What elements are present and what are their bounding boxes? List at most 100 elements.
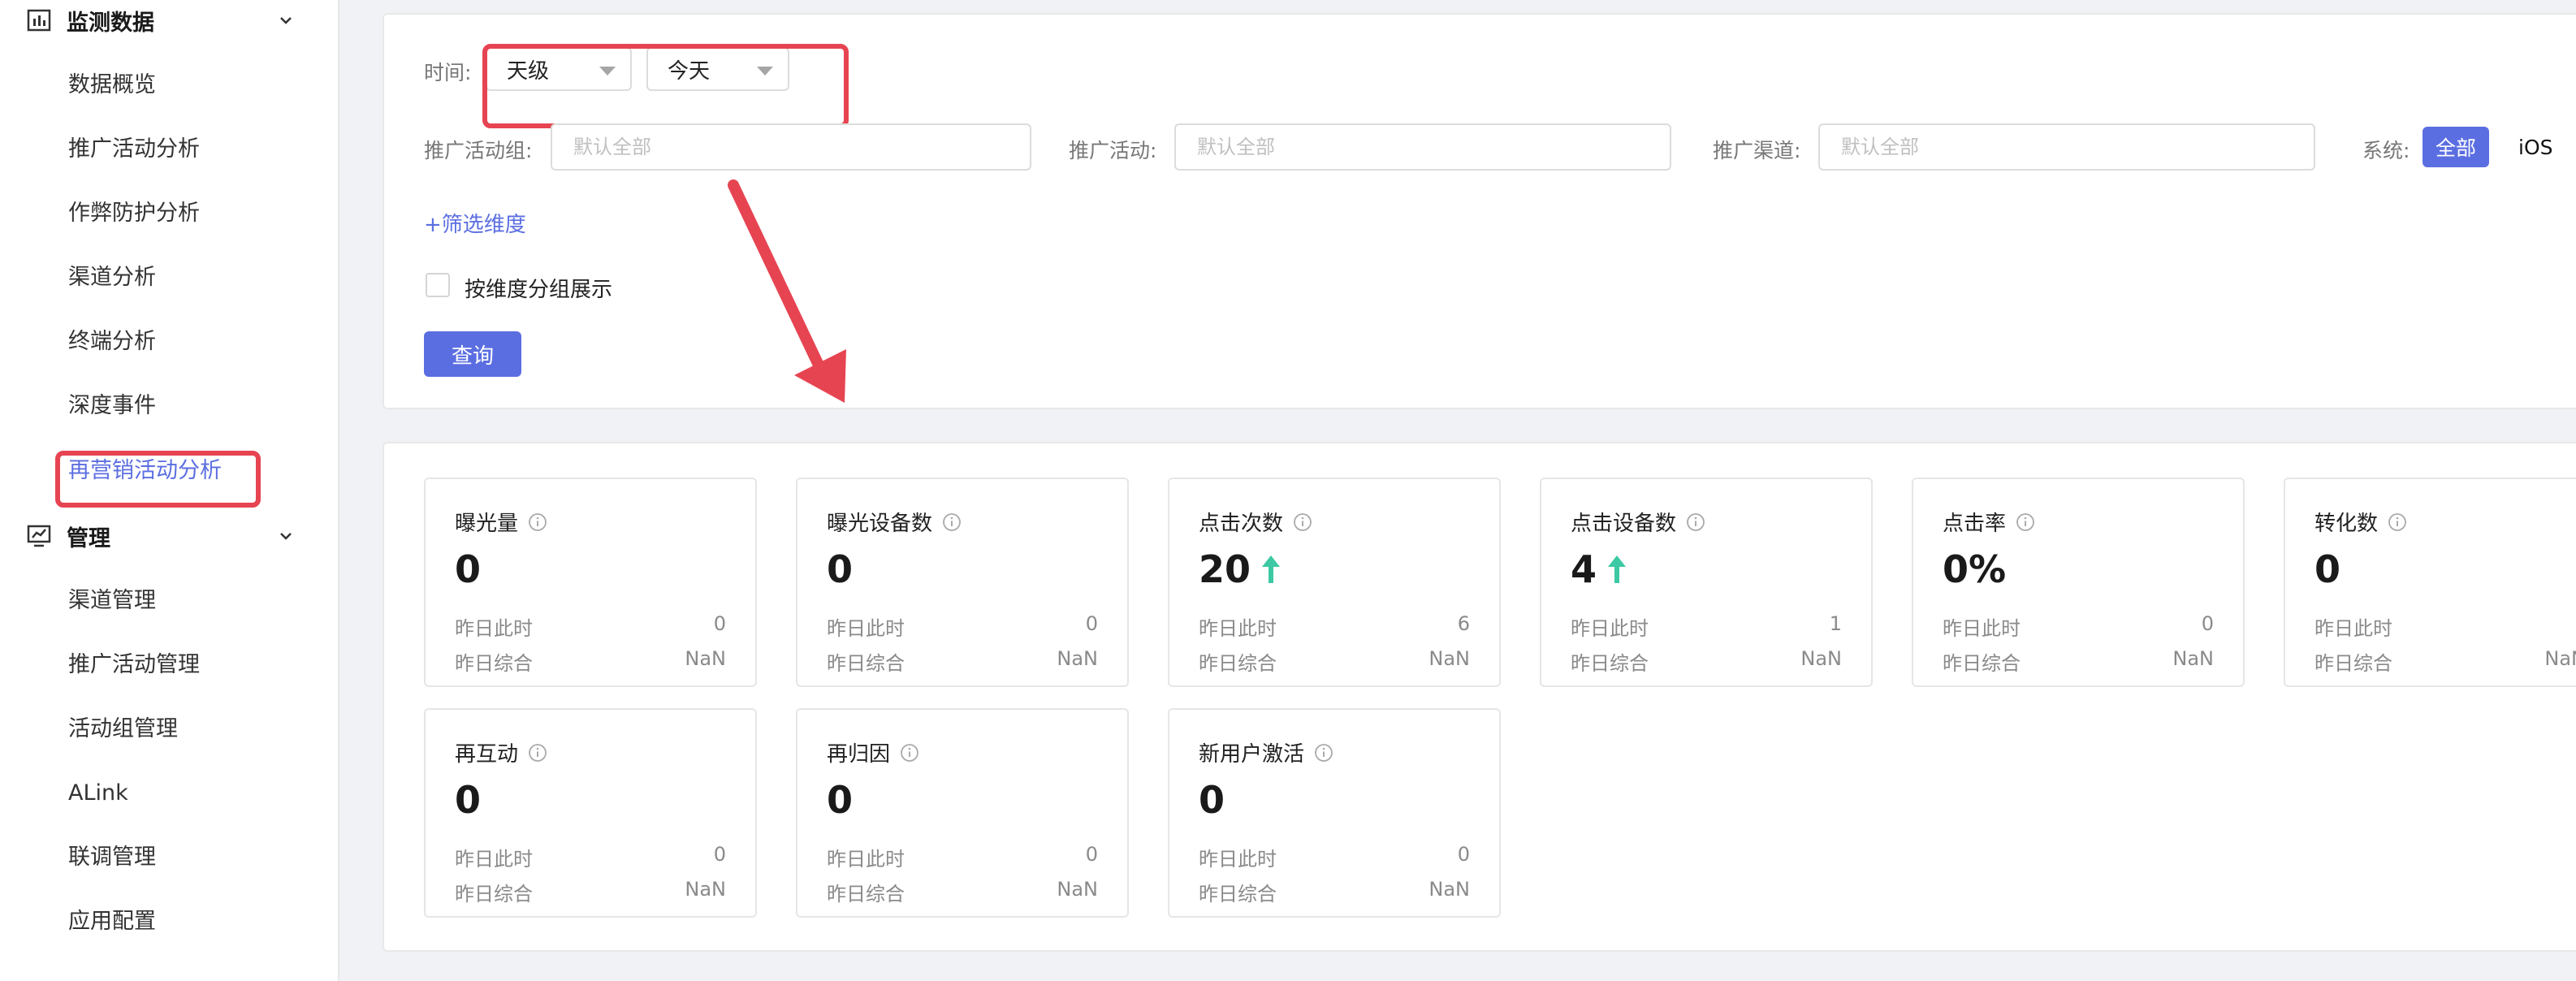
stat-card: 曝光量 0 昨日此时 0 昨日综合 NaN xyxy=(424,478,757,687)
channel-input[interactable] xyxy=(1818,123,2315,171)
chevron-down-icon[interactable] xyxy=(278,12,294,28)
stat-card-title-text: 再互动 xyxy=(455,742,519,767)
yesterday-total-value: NaN xyxy=(2172,647,2214,670)
stat-card-title: 点击设备数 xyxy=(1571,507,1705,537)
sidebar-item-data-overview[interactable]: 数据概览 xyxy=(68,65,156,106)
sidebar-group-label: 监测数据 xyxy=(67,10,154,36)
stat-card-title: 点击率 xyxy=(1943,507,2035,537)
stat-card: 新用户激活 0 昨日此时 0 昨日综合 NaN xyxy=(1168,708,1501,918)
stat-card-value-text: 0 xyxy=(827,778,854,822)
stat-card-value-text: 0 xyxy=(455,547,482,591)
query-button[interactable]: 查询 xyxy=(424,331,521,377)
stat-card-value: 0 xyxy=(827,547,853,591)
info-icon[interactable] xyxy=(1314,743,1333,763)
sidebar-item-device-analysis[interactable]: 终端分析 xyxy=(68,322,156,362)
yesterday-total-label: 昨日综合 xyxy=(2315,652,2392,675)
info-icon[interactable] xyxy=(2388,512,2407,532)
campaign-group-label: 推广活动组: xyxy=(424,139,533,162)
sidebar-item-fraud-protection[interactable]: 作弊防护分析 xyxy=(68,193,200,234)
yesterday-total-label: 昨日综合 xyxy=(1199,883,1277,905)
sidebar-item-app-config[interactable]: 应用配置 xyxy=(68,901,156,942)
stat-card-value: 0 xyxy=(827,778,853,822)
yesterday-total-value: NaN xyxy=(2544,647,2576,670)
stat-card-value: 20 xyxy=(1199,547,1282,591)
yesterday-same-time-value: 0 xyxy=(713,612,726,635)
sidebar-item-campaign-group-management[interactable]: 活动组管理 xyxy=(68,709,178,750)
stat-card-title: 曝光设备数 xyxy=(827,507,962,537)
stat-card-title-text: 转化数 xyxy=(2315,512,2379,536)
stat-card-title: 点击次数 xyxy=(1199,507,1312,537)
stat-card: 点击率 0% 昨日此时 0 昨日综合 NaN xyxy=(1912,478,2245,687)
group-by-dimension-checkbox[interactable] xyxy=(426,273,450,297)
yesterday-total-value: NaN xyxy=(1057,878,1098,901)
yesterday-total-label: 昨日综合 xyxy=(827,883,905,905)
stat-card-value-text: 0 xyxy=(2315,547,2341,591)
info-icon[interactable] xyxy=(942,512,962,532)
campaign-group-input[interactable] xyxy=(551,123,1031,171)
sidebar-group-management[interactable]: 管理 xyxy=(26,516,294,556)
sidebar-item-alink[interactable]: ALink xyxy=(68,773,128,814)
stat-card-value-text: 4 xyxy=(1571,547,1597,591)
stats-panel: 曝光量 0 昨日此时 0 昨日综合 NaN 曝光设备数 0 昨日此时 0 昨日综合 NaN 点击次数 20… xyxy=(383,442,2576,952)
sidebar-item-channel-management[interactable]: 渠道管理 xyxy=(68,581,156,621)
yesterday-total-value: NaN xyxy=(1428,878,1470,901)
stat-card-title: 新用户激活 xyxy=(1199,737,1333,767)
bar-chart-icon xyxy=(27,9,51,32)
stat-card-value: 0 xyxy=(2315,547,2340,591)
info-icon[interactable] xyxy=(2016,512,2035,532)
stat-card-value-text: 0 xyxy=(827,547,854,591)
add-dimension-link[interactable]: +筛选维度 xyxy=(424,208,526,238)
yesterday-same-time-label: 昨日此时 xyxy=(827,617,905,640)
stat-card-title: 再互动 xyxy=(455,737,547,767)
yesterday-same-time-value: 6 xyxy=(1457,612,1470,635)
group-by-dimension-label[interactable]: 按维度分组展示 xyxy=(465,273,612,303)
system-option-all[interactable]: 全部 xyxy=(2423,127,2490,167)
yesterday-same-time-label: 昨日此时 xyxy=(1571,617,1649,640)
stat-card-value: 0 xyxy=(455,778,481,822)
yesterday-total-label: 昨日综合 xyxy=(1943,652,2021,675)
stat-card: 曝光设备数 0 昨日此时 0 昨日综合 NaN xyxy=(796,478,1129,687)
yesterday-total-label: 昨日综合 xyxy=(1199,652,1277,675)
stat-card-title-text: 点击率 xyxy=(1943,512,2007,536)
info-icon[interactable] xyxy=(900,743,919,763)
yesterday-same-time-label: 昨日此时 xyxy=(2315,617,2392,640)
sidebar-item-debug-management[interactable]: 联调管理 xyxy=(68,837,156,878)
info-icon[interactable] xyxy=(1293,512,1312,532)
sidebar-item-deep-events[interactable]: 深度事件 xyxy=(68,386,156,426)
stat-card-title-text: 曝光设备数 xyxy=(827,512,933,536)
stat-card-title: 再归因 xyxy=(827,737,919,767)
channel-label: 推广渠道: xyxy=(1713,139,1801,162)
yesterday-total-value: NaN xyxy=(1057,647,1098,670)
sidebar-item-channel-analysis[interactable]: 渠道分析 xyxy=(68,257,156,298)
yesterday-same-time-label: 昨日此时 xyxy=(827,848,905,871)
stat-card: 点击设备数 4 昨日此时 1 昨日综合 NaN xyxy=(1540,478,1873,687)
sidebar-group-monitoring[interactable]: 监测数据 xyxy=(26,0,294,41)
info-icon[interactable] xyxy=(1686,512,1705,532)
yesterday-same-time-value: 0 xyxy=(1085,612,1098,635)
info-icon[interactable] xyxy=(528,743,547,763)
campaign-input[interactable] xyxy=(1174,123,1671,171)
sidebar-item-campaign-management[interactable]: 推广活动管理 xyxy=(68,645,200,685)
stat-card: 再归因 0 昨日此时 0 昨日综合 NaN xyxy=(796,708,1129,918)
yesterday-total-value: NaN xyxy=(685,647,726,670)
yesterday-same-time-value: 0 xyxy=(1085,843,1098,866)
stat-card: 点击次数 20 昨日此时 6 昨日综合 NaN xyxy=(1168,478,1501,687)
sidebar: 监测数据 数据概览 推广活动分析 作弊防护分析 渠道分析 终端分析 深度事件 再… xyxy=(0,0,339,981)
annotation-highlight-box xyxy=(55,451,261,508)
sidebar-item-campaign-analysis[interactable]: 推广活动分析 xyxy=(68,129,200,170)
trend-up-icon xyxy=(1262,555,1281,583)
filter-panel: 时间: 天级 今天 推广活动组: 推广活动: 推广渠道: 系统: 全部 iOS … xyxy=(383,13,2576,409)
campaign-label: 推广活动: xyxy=(1069,139,1157,162)
stat-card-value: 0 xyxy=(455,547,481,591)
yesterday-total-label: 昨日综合 xyxy=(455,652,533,675)
stat-card-value-text: 0% xyxy=(1943,547,2007,591)
yesterday-total-label: 昨日综合 xyxy=(827,652,905,675)
stat-card: 转化数 0 昨日此时昨日综合 NaN xyxy=(2284,478,2576,687)
system-option-ios[interactable]: iOS xyxy=(2505,127,2566,167)
info-icon[interactable] xyxy=(528,512,547,532)
yesterday-same-time-value: 1 xyxy=(1829,612,1842,635)
yesterday-same-time-label: 昨日此时 xyxy=(1199,848,1277,871)
chevron-down-icon[interactable] xyxy=(278,528,294,544)
yesterday-total-value: NaN xyxy=(1428,647,1470,670)
stat-card-value: 4 xyxy=(1571,547,1627,591)
